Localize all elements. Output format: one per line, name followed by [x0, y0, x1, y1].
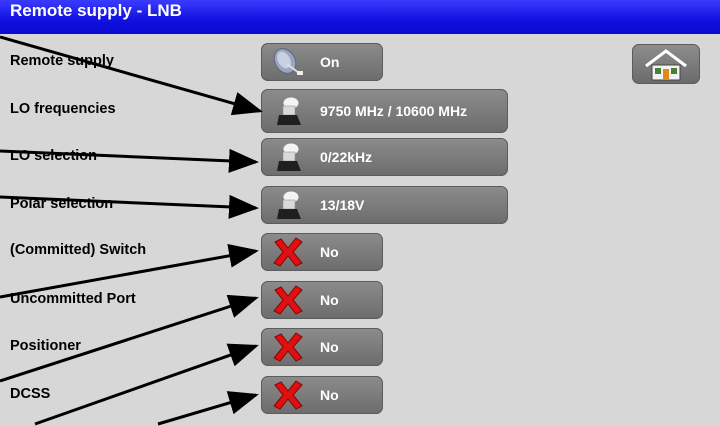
label-lo-frequencies: LO frequencies: [10, 101, 116, 117]
label-lo-selection: LO selection: [10, 148, 98, 164]
committed-switch-button[interactable]: No: [261, 233, 383, 271]
dcss-value: No: [320, 387, 339, 403]
positioner-value: No: [320, 339, 339, 355]
dcss-button[interactable]: No: [261, 376, 383, 414]
committed-switch-value: No: [320, 244, 339, 260]
label-uncommitted-port: Uncommitted Port: [10, 291, 136, 307]
red-x-icon: [273, 237, 303, 267]
label-polar-selection: Polar selection: [10, 196, 114, 212]
uncommitted-port-button[interactable]: No: [261, 281, 383, 319]
lo-frequencies-button[interactable]: 9750 MHz / 10600 MHz: [261, 89, 508, 133]
uncommitted-port-value: No: [320, 292, 339, 308]
label-remote-supply: Remote supply: [10, 53, 114, 69]
polar-selection-value: 13/18V: [320, 197, 365, 213]
home-button[interactable]: [632, 44, 700, 84]
remote-supply-value: On: [320, 54, 340, 70]
lnb-icon: [277, 142, 301, 171]
satellite-dish-icon: [273, 48, 303, 75]
lo-selection-value: 0/22kHz: [320, 149, 373, 165]
title-bar: Remote supply - LNB: [0, 0, 720, 34]
label-dcss: DCSS: [10, 386, 51, 402]
remote-supply-button[interactable]: On: [261, 43, 383, 81]
red-x-icon: [273, 332, 303, 362]
lnb-icon: [277, 96, 301, 125]
positioner-button[interactable]: No: [261, 328, 383, 366]
label-positioner: Positioner: [10, 338, 81, 354]
lo-selection-button[interactable]: 0/22kHz: [261, 138, 508, 176]
polar-selection-button[interactable]: 13/18V: [261, 186, 508, 224]
label-committed-switch: (Committed) Switch: [10, 242, 147, 258]
lo-frequencies-value: 9750 MHz / 10600 MHz: [320, 103, 468, 119]
red-x-icon: [273, 380, 303, 410]
home-icon: [645, 49, 687, 81]
window-title: Remote supply - LNB: [10, 1, 182, 20]
lnb-icon: [277, 190, 301, 219]
red-x-icon: [273, 285, 303, 315]
